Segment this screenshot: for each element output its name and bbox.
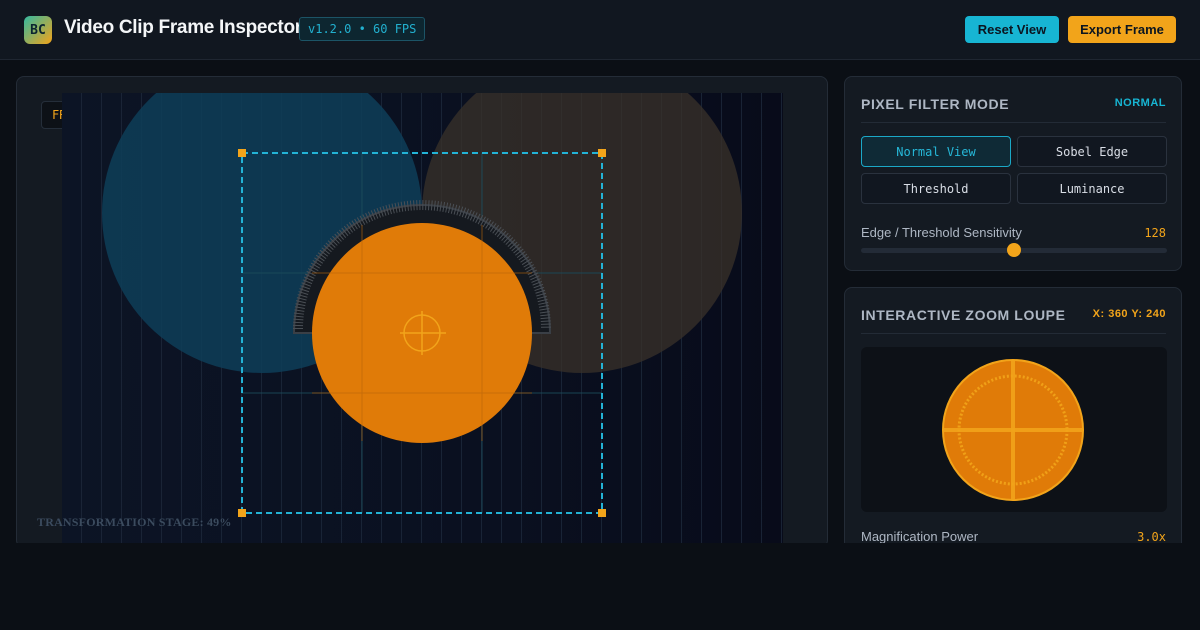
loupe-coords: X: 360 Y: 240 <box>1092 308 1166 320</box>
app-header: BC Video Clip Frame Inspector v1.2.0 • 6… <box>0 0 1200 60</box>
zoom-panel-title: INTERACTIVE ZOOM LOUPE <box>861 307 1066 323</box>
export-frame-button[interactable]: Export Frame <box>1068 16 1176 43</box>
frame-canvas[interactable] <box>62 93 783 547</box>
handle-bottom-right <box>598 509 606 517</box>
zoom-loupe-panel: INTERACTIVE ZOOM LOUPE X: 360 Y: 240 Mag… <box>844 287 1182 557</box>
sensitivity-label: Edge / Threshold Sensitivity <box>861 225 1022 240</box>
divider <box>861 122 1166 123</box>
filter-mode-tag: NORMAL <box>1114 97 1166 109</box>
version-badge: v1.2.0 • 60 FPS <box>299 17 426 41</box>
handle-top-left <box>238 149 246 157</box>
magnification-value: 3.0x <box>1137 530 1166 544</box>
reset-view-button[interactable]: Reset View <box>965 16 1059 43</box>
mode-sobel-edge-button[interactable]: Sobel Edge <box>1017 136 1167 167</box>
mode-luminance-button[interactable]: Luminance <box>1017 173 1167 204</box>
stage-panel: FR TRANSFORMATION STAGE: 49% <box>16 76 828 548</box>
mode-threshold-button[interactable]: Threshold <box>861 173 1011 204</box>
divider <box>861 333 1166 334</box>
mode-normal-view-button[interactable]: Normal View <box>861 136 1011 167</box>
app-logo: BC <box>24 16 52 44</box>
app-title: Video Clip Frame Inspector <box>64 17 302 38</box>
frame-scene <box>62 93 783 547</box>
loupe-view[interactable] <box>861 347 1167 512</box>
loupe-preview <box>942 359 1084 501</box>
filter-panel-title: PIXEL FILTER MODE <box>861 96 1010 112</box>
page-background <box>0 543 1200 630</box>
handle-top-right <box>598 149 606 157</box>
sensitivity-slider-thumb[interactable] <box>1007 243 1021 257</box>
sensitivity-value: 128 <box>1144 226 1166 240</box>
transformation-stage-label: TRANSFORMATION STAGE: 49% <box>37 515 232 529</box>
handle-bottom-left <box>238 509 246 517</box>
sensitivity-slider[interactable] <box>861 243 1167 257</box>
pixel-filter-panel: PIXEL FILTER MODE NORMAL Normal View Sob… <box>844 76 1182 271</box>
magnification-label: Magnification Power <box>861 529 979 544</box>
